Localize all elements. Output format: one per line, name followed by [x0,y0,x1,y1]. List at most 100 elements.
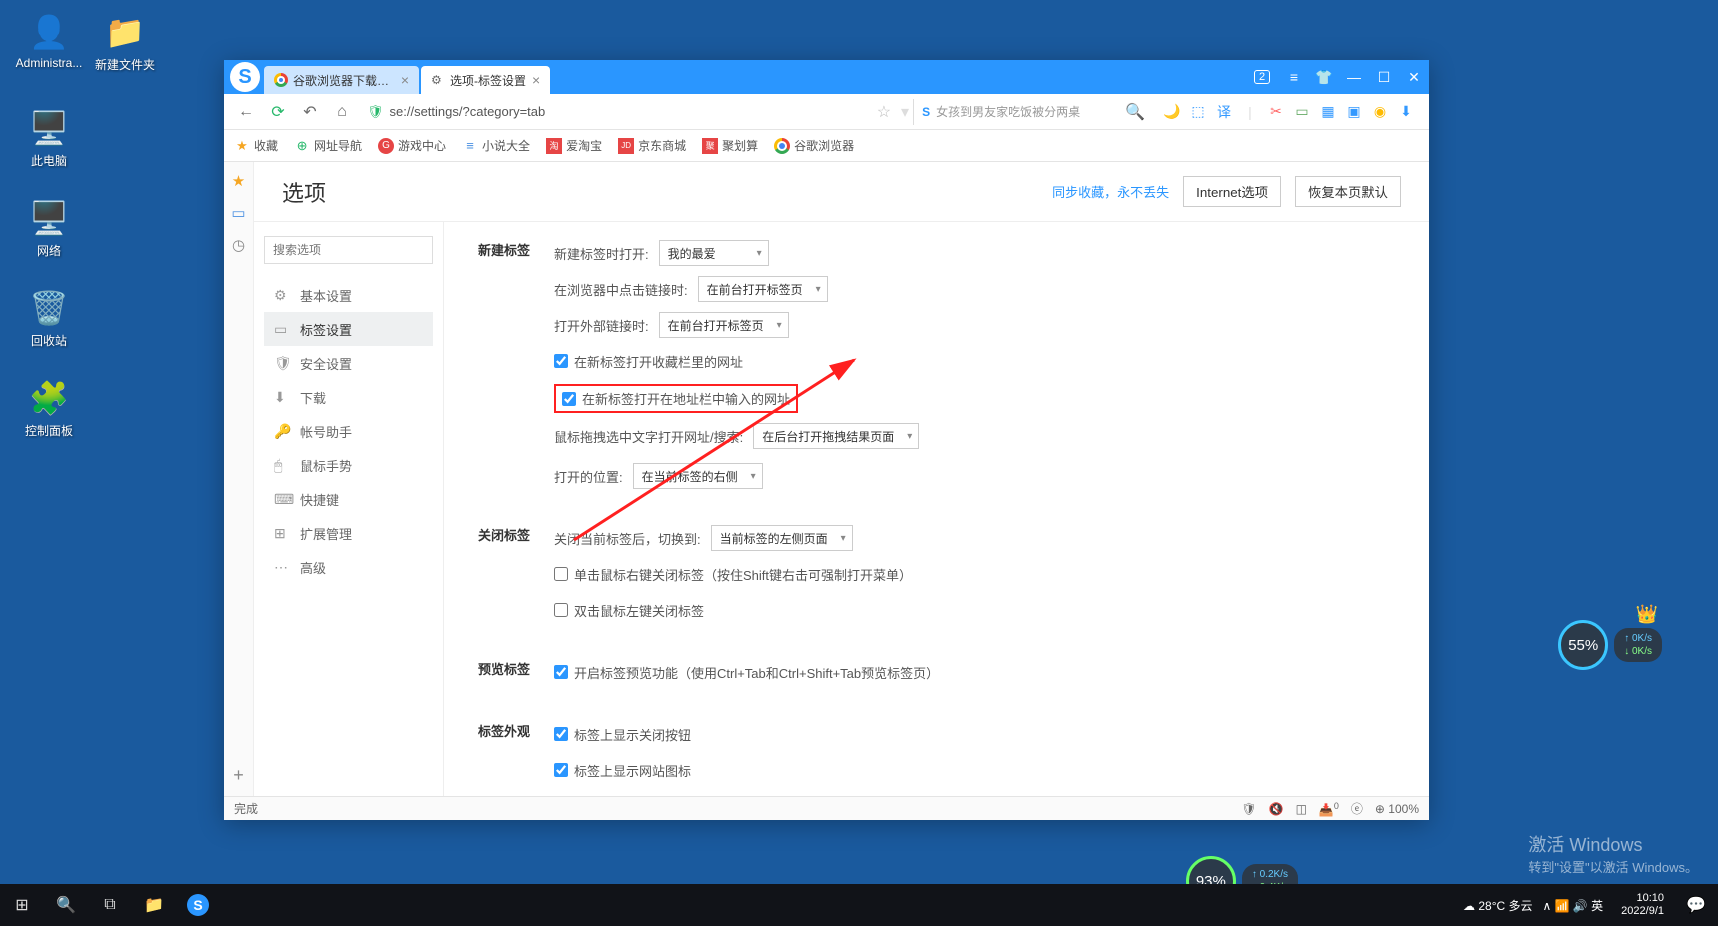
note-icon[interactable]: ▭ [1293,103,1311,121]
notifications-button[interactable]: 💬 [1682,884,1710,926]
home-button[interactable]: ⌂ [328,98,356,126]
bookmark-nav[interactable]: ⊕网址导航 [294,137,362,154]
wallet-icon[interactable]: ▣ [1345,103,1363,121]
desktop-icon-network[interactable]: 🖥️网络 [14,198,84,259]
star-icon[interactable]: ☆ [871,102,897,122]
close-icon[interactable]: × [401,72,409,88]
taskbar-clock[interactable]: 10:10 2022/9/1 [1613,892,1672,918]
bookmark-games[interactable]: G游戏中心 [378,137,446,154]
close-button[interactable]: ✕ [1399,60,1429,94]
history-icon[interactable]: ◷ [232,236,245,254]
status-text: 完成 [234,800,258,817]
explorer-button[interactable]: 📁 [132,884,176,926]
split-icon[interactable]: ◫ [1296,802,1307,816]
chk-rightclick-close[interactable]: 单击鼠标右键关闭标签（按住Shift键右击可强制打开菜单） [554,565,912,584]
extension-icons: 🌙 ⬚ 译 | ✂ ▭ ▦ ▣ ◉ ⬇ [1157,103,1421,121]
reset-defaults-button[interactable]: 恢复本页默认 [1295,176,1401,207]
calc-icon[interactable]: ▦ [1319,103,1337,121]
ie-mode-icon[interactable]: ⓔ [1351,800,1363,817]
url-input[interactable]: 🛡 se://settings/?category=tab [360,99,867,125]
menu-icon[interactable]: ≡ [1279,60,1309,94]
select-after-close[interactable]: 当前标签的左侧页面 [711,525,853,551]
gear-icon: ⚙ [431,73,445,87]
chk-doubleclick-close[interactable]: 双击鼠标左键关闭标签 [554,601,704,620]
section-preview: 预览标签 开启标签预览功能（使用Ctrl+Tab和Ctrl+Shift+Tab预… [474,659,1399,695]
account-badge[interactable]: 2 [1249,60,1279,94]
desktop-icon-admin[interactable]: 👤Administra... [14,12,84,70]
nav-security[interactable]: 🛡安全设置 [264,346,433,380]
nav-extensions[interactable]: ⊞扩展管理 [264,516,433,550]
back-button[interactable]: ← [232,98,260,126]
chk-show-close-btn[interactable]: 标签上显示关闭按钮 [554,725,691,744]
reload-button[interactable]: ⟳ [264,98,292,126]
bookmarks-bar: ★收藏 ⊕网址导航 G游戏中心 ≡小说大全 淘爱淘宝 JD京东商城 聚聚划算 谷… [224,130,1429,162]
bookmark-chrome[interactable]: 谷歌浏览器 [774,137,854,154]
sogou-browser-button[interactable]: S [176,884,220,926]
download-status-icon[interactable]: 📥0 [1319,801,1339,817]
maximize-button[interactable]: ☐ [1369,60,1399,94]
capture-icon[interactable]: ⬚ [1189,103,1207,121]
bookmark-taobao[interactable]: 淘爱淘宝 [546,137,602,154]
address-bar: ← ⟳ ↶ ⌂ 🛡 se://settings/?category=tab ☆ … [224,94,1429,130]
undo-button[interactable]: ↶ [296,98,324,126]
browser-logo[interactable]: S [230,62,260,92]
desktop-icon-control[interactable]: 🧩控制面板 [14,378,84,439]
chk-tab-preview[interactable]: 开启标签预览功能（使用Ctrl+Tab和Ctrl+Shift+Tab预览标签页） [554,663,939,682]
bookmark-jd[interactable]: JD京东商城 [618,137,686,154]
section-close-tab: 关闭标签 关闭当前标签后，切换到:当前标签的左侧页面 单击鼠标右键关闭标签（按住… [474,525,1399,633]
tab-icon: ▭ [274,321,290,338]
minimize-button[interactable]: — [1339,60,1369,94]
nav-account[interactable]: 🔑帐号助手 [264,414,433,448]
nav-basic[interactable]: ⚙基本设置 [264,278,433,312]
internet-options-button[interactable]: Internet选项 [1183,176,1281,207]
tab-settings[interactable]: ⚙ 选项-标签设置 × [421,66,550,94]
select-external-link[interactable]: 在前台打开标签页 [659,312,789,338]
taskview-button[interactable]: ⧉ [88,884,132,926]
desktop-icon-folder[interactable]: 📁新建文件夹 [90,12,160,73]
moon-icon[interactable]: 🌙 [1163,103,1181,121]
star-icon[interactable]: ★ [232,172,245,190]
nav-download[interactable]: ⬇下载 [264,380,433,414]
search-input[interactable]: S 女孩到男友家吃饭被分两桌 [913,99,1113,125]
nav-mouse[interactable]: 🖱鼠标手势 [264,448,433,482]
scissors-icon[interactable]: ✂ [1267,103,1285,121]
bookmark-juhuasuan[interactable]: 聚聚划算 [702,137,758,154]
shield-icon: 🛡 [274,355,290,372]
bookmark-novels[interactable]: ≡小说大全 [462,137,530,154]
mute-icon[interactable]: 🔇 [1269,802,1284,816]
annotation-highlight: 在新标签打开在地址栏中输入的网址 [554,384,798,413]
weather-tray[interactable]: ☁ 28°C 多云 [1463,897,1533,914]
sync-link[interactable]: 同步收藏，永不丢失 [1052,182,1169,201]
shield-icon: 🛡 [367,104,384,120]
reader-icon[interactable]: ▭ [231,204,245,222]
coin-icon[interactable]: ◉ [1371,103,1389,121]
bookmark-favorites[interactable]: ★收藏 [234,137,278,154]
add-panel-button[interactable]: + [233,765,244,786]
select-open-position[interactable]: 在当前标签的右侧 [633,463,763,489]
chk-show-favicon[interactable]: 标签上显示网站图标 [554,761,691,780]
desktop-icon-recycle[interactable]: 🗑️回收站 [14,288,84,349]
tab-chrome-download[interactable]: 谷歌浏览器下载_浏览器 × [264,66,419,94]
skin-icon[interactable]: 👕 [1309,60,1339,94]
desktop-icon-thispc[interactable]: 🖥️此电脑 [14,108,84,169]
network-widget-top[interactable]: 👑 55% ↑ 0K/s↓ 0K/s [1558,620,1662,670]
search-icon[interactable]: 🔍 [1117,102,1153,122]
nav-advanced[interactable]: ⋯高级 [264,550,433,584]
nav-shortcuts[interactable]: ⌨快捷键 [264,482,433,516]
shield-status-icon[interactable]: 🛡 [1241,802,1256,816]
translate-icon[interactable]: 译 [1215,103,1233,121]
close-icon[interactable]: × [532,72,540,88]
download-icon[interactable]: ⬇ [1397,103,1415,121]
chk-open-addressbar-newtab[interactable]: 在新标签打开在地址栏中输入的网址 [562,389,790,408]
tray-icons[interactable]: ∧ 📶 🔊 英 [1543,897,1604,914]
section-appearance: 标签外观 标签上显示关闭按钮 标签上显示网站图标 [474,721,1399,793]
select-link-click[interactable]: 在前台打开标签页 [698,276,828,302]
search-button[interactable]: 🔍 [44,884,88,926]
chk-open-bookmark-newtab[interactable]: 在新标签打开收藏栏里的网址 [554,352,743,371]
nav-tabs[interactable]: ▭标签设置 [264,312,433,346]
start-button[interactable]: ⊞ [0,884,44,926]
select-new-tab-open[interactable]: 我的最爱 [659,240,769,266]
zoom-label[interactable]: ⊕ 100% [1375,802,1419,816]
settings-search-input[interactable] [264,236,433,264]
select-drag-search[interactable]: 在后台打开拖拽结果页面 [753,423,919,449]
